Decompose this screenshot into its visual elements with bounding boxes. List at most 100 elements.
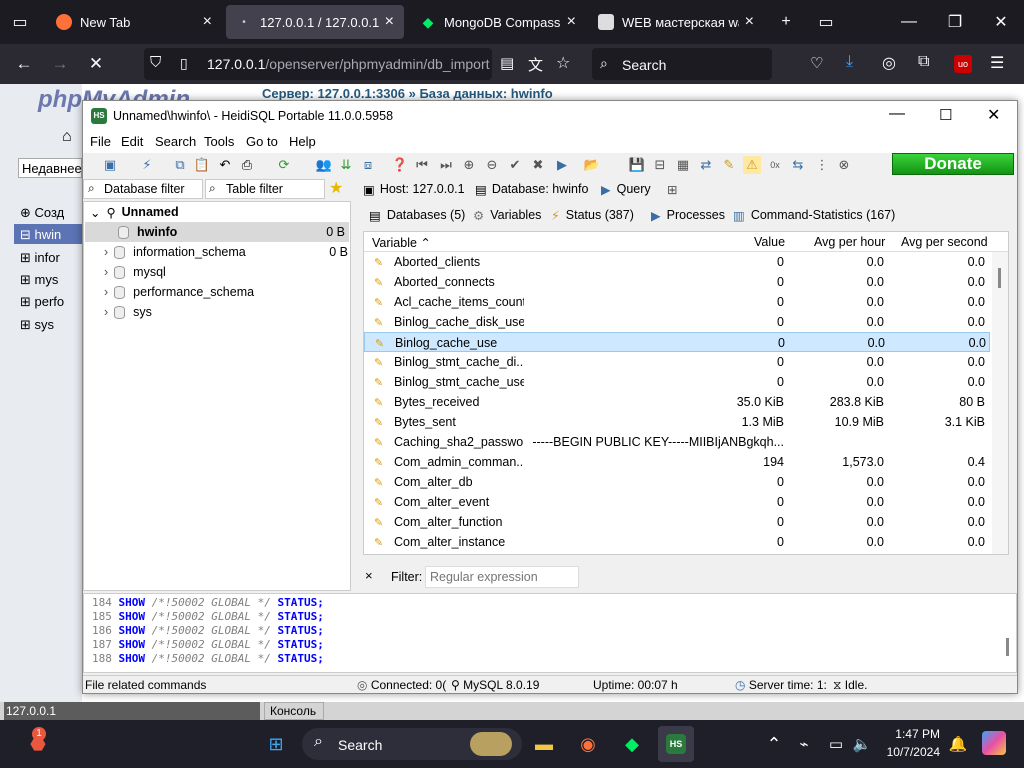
heidi-close-icon[interactable]: ✕ xyxy=(987,105,1000,125)
bookmark-star-icon[interactable]: ☆ xyxy=(556,53,570,73)
taskbar-date[interactable]: 10/7/2024 xyxy=(872,745,940,759)
new-query-tab-icon[interactable]: ⊞ xyxy=(667,179,677,199)
restore-window-icon[interactable]: ❐ xyxy=(932,0,978,44)
forward-icon[interactable]: → xyxy=(42,44,78,84)
pma-tree-create[interactable]: ⊕ Созд xyxy=(20,205,64,221)
pma-tree-sys[interactable]: ⊞ sys xyxy=(20,317,54,333)
back-icon[interactable]: ← xyxy=(6,44,42,84)
expand-icon[interactable]: › xyxy=(104,285,108,299)
taskbar-time[interactable]: 1:47 PM xyxy=(880,727,940,741)
pma-tree-information-schema[interactable]: ⊞ infor xyxy=(20,250,60,266)
menu-goto[interactable]: Go to xyxy=(246,134,278,149)
undo-icon[interactable]: ↶ xyxy=(216,156,234,174)
tree-db-performance-schema[interactable]: › performance_schema xyxy=(104,282,254,302)
sql-log[interactable]: 184 SHOW /*!50002 GLOBAL */ STATUS; 185 S… xyxy=(83,593,1017,673)
col-value[interactable]: Value xyxy=(754,235,785,249)
page-info-icon[interactable]: ▯ xyxy=(180,55,188,72)
scrollbar-thumb[interactable] xyxy=(998,268,1001,288)
database-filter-input[interactable]: Database filter xyxy=(83,179,203,199)
notification-bell-icon[interactable]: 🔔 xyxy=(940,726,976,762)
network-icon[interactable]: ⌁ xyxy=(786,726,822,762)
tree-db-mysql[interactable]: › mysql xyxy=(104,262,166,282)
tab-phpmyadmin[interactable]: • 127.0.0.1 / 127.0.0.1 / hwinfo × xyxy=(226,5,404,39)
ublock-icon[interactable]: uo xyxy=(954,55,972,73)
mongodb-taskbar-icon[interactable]: ◆ xyxy=(614,726,650,762)
list-tabs-icon[interactable]: ▭ xyxy=(808,0,844,44)
post-icon[interactable]: ✔ xyxy=(506,156,524,174)
help-icon[interactable]: ❓ xyxy=(391,156,409,174)
session-manager-icon[interactable]: ▣ xyxy=(101,156,119,174)
status-row[interactable]: ✎ Bytes_received 35.0 KiB 283.8 KiB 80 B xyxy=(364,392,990,412)
stop-query-icon[interactable]: ⊗ xyxy=(835,156,853,174)
status-row[interactable]: ✎ Com_admin_comman... 194 1,573.0 0.4 xyxy=(364,452,990,472)
home-icon[interactable]: ⌂ xyxy=(62,128,72,146)
tab-variables[interactable]: ⚙ Variables xyxy=(473,205,541,225)
close-window-icon[interactable]: ✕ xyxy=(978,0,1024,44)
hex-icon[interactable]: 0x xyxy=(766,156,784,174)
search-box[interactable] xyxy=(592,48,772,80)
minimize-window-icon[interactable]: — xyxy=(886,0,932,44)
translate-icon[interactable]: 文 xyxy=(528,54,543,75)
col-variable[interactable]: Variable ⌃ xyxy=(372,235,431,250)
status-row[interactable]: ✎ Com_alter_function 0 0.0 0.0 xyxy=(364,512,990,532)
grid-scrollbar[interactable] xyxy=(992,252,1008,554)
status-row[interactable]: ✎ Binlog_stmt_cache_di... 0 0.0 0.0 xyxy=(364,352,990,372)
last-icon[interactable]: ⏭ xyxy=(437,156,455,174)
tab-status[interactable]: ⚡ Status (387) xyxy=(551,205,634,225)
expand-icon[interactable]: › xyxy=(104,305,108,319)
tree-db-hwinfo[interactable]: hwinfo 0 B xyxy=(85,222,349,242)
stop-icon[interactable]: ✕ xyxy=(78,44,114,84)
pma-db-link[interactable]: База данных: hwinfo xyxy=(419,86,552,101)
tab-query[interactable]: ▶ Query xyxy=(601,179,651,199)
tab-databases[interactable]: ▤ Databases (5) xyxy=(369,205,465,225)
tab-web-masterskaya[interactable]: WEB мастерская wapin × xyxy=(588,5,764,39)
file-explorer-icon[interactable]: ▬ xyxy=(526,726,562,762)
pma-console-button[interactable]: Консоль xyxy=(264,702,324,720)
heidi-maximize-icon[interactable]: ☐ xyxy=(939,106,952,124)
status-row[interactable]: ✎ Com_alter_instance 0 0.0 0.0 xyxy=(364,532,990,552)
windows-start-icon[interactable]: ⊞ xyxy=(258,726,294,762)
extensions-icon[interactable]: ⧉ xyxy=(918,53,929,71)
open-file-icon[interactable]: 📂 xyxy=(583,156,601,174)
menu-tools[interactable]: Tools xyxy=(204,134,234,149)
status-row[interactable]: ✎ Binlog_cache_disk_use 0 0.0 0.0 xyxy=(364,312,990,332)
export-icon[interactable]: ⧈ xyxy=(359,156,377,174)
pma-recent-select[interactable]: Недавнее xyxy=(18,158,82,178)
delete-row-icon[interactable]: ⊖ xyxy=(483,156,501,174)
firefox-taskbar-icon[interactable]: ◉ xyxy=(570,726,606,762)
tab-mongodb[interactable]: ◆ MongoDB Compass Do × xyxy=(410,5,586,39)
more-icon[interactable]: ⋮ xyxy=(813,156,831,174)
close-filter-icon[interactable]: × xyxy=(365,568,373,583)
tab-processes[interactable]: ▶ Processes xyxy=(651,205,725,225)
tab-database[interactable]: ▤ Database: hwinfo xyxy=(475,179,588,199)
menu-icon[interactable]: ☰ xyxy=(990,53,1004,73)
import-icon[interactable]: ⇊ xyxy=(337,156,355,174)
heidi-minimize-icon[interactable]: — xyxy=(889,105,905,123)
wrap-icon[interactable]: ⇆ xyxy=(789,156,807,174)
new-tab-icon[interactable]: + xyxy=(768,0,804,44)
cancel-icon[interactable]: ✖ xyxy=(529,156,547,174)
status-row[interactable]: ✎ Binlog_stmt_cache_use 0 0.0 0.0 xyxy=(364,372,990,392)
reader-view-icon[interactable]: ▤ xyxy=(500,54,514,72)
copilot-icon[interactable] xyxy=(982,731,1006,755)
filter-input[interactable] xyxy=(425,566,579,588)
col-avg-hour[interactable]: Avg per hour xyxy=(814,235,885,249)
close-tab-icon[interactable]: × xyxy=(385,13,394,31)
favorites-star-icon[interactable]: ★ xyxy=(329,178,343,198)
url-text[interactable]: 127.0.0.1/openserver/phpmyadmin/db_impor… xyxy=(207,56,490,72)
status-row[interactable]: ✎ Acl_cache_items_count 0 0.0 0.0 xyxy=(364,292,990,312)
table-filter-input[interactable]: Table filter xyxy=(205,179,325,199)
tab-command-statistics[interactable]: ▥ Command-Statistics (167) xyxy=(733,205,895,225)
save-as-icon[interactable]: ⊟ xyxy=(651,156,669,174)
disconnect-icon[interactable]: ⚡ xyxy=(138,156,156,174)
expand-icon[interactable]: › xyxy=(104,265,108,279)
status-row[interactable]: ✎ Bytes_sent 1.3 MiB 10.9 MiB 3.1 KiB xyxy=(364,412,990,432)
pma-tree-hwinfo[interactable]: ⊟ hwin xyxy=(14,224,82,244)
run-query-icon[interactable]: ▶ xyxy=(553,156,571,174)
close-tab-icon[interactable]: × xyxy=(745,13,754,31)
expand-icon[interactable]: › xyxy=(104,245,108,259)
tab-overview-icon[interactable]: ▭ xyxy=(0,0,40,44)
close-tab-icon[interactable]: × xyxy=(567,13,576,31)
status-row[interactable]: ✎ Com_alter_db 0 0.0 0.0 xyxy=(364,472,990,492)
sql-log-scrollbar[interactable] xyxy=(1006,638,1009,656)
